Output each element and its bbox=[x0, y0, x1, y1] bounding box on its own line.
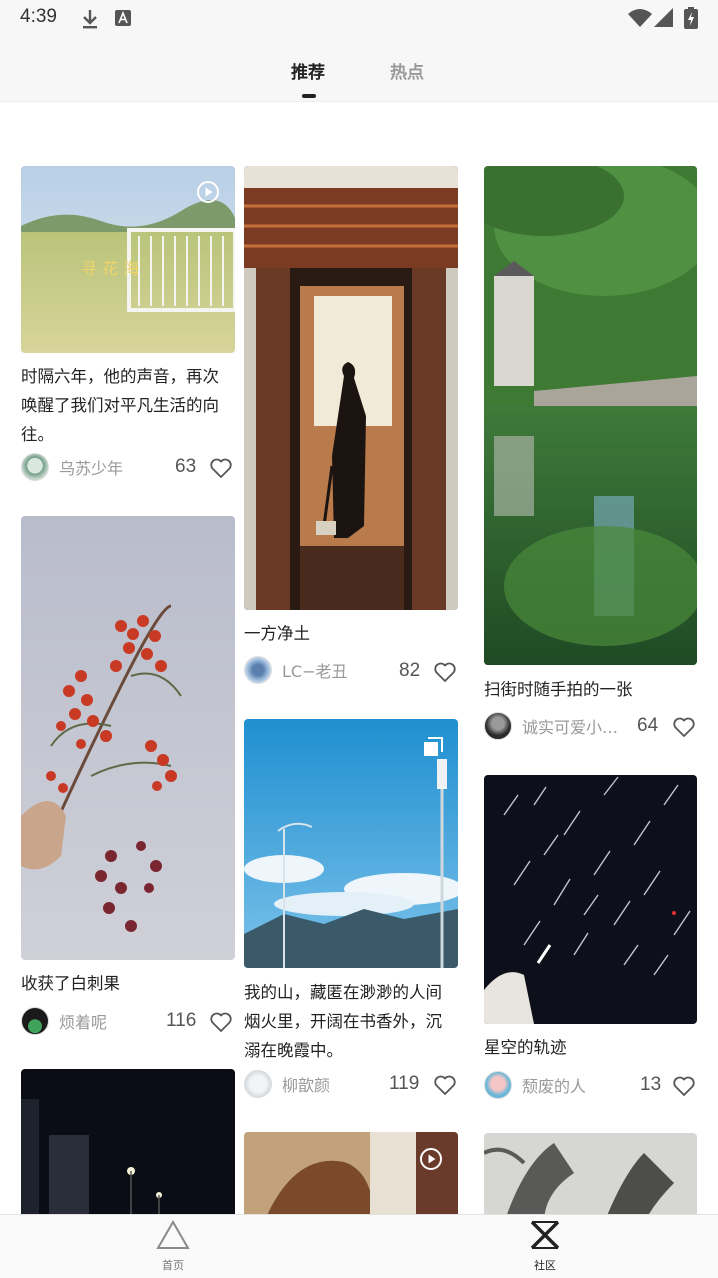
post-author[interactable]: 乌苏少年 bbox=[21, 453, 123, 481]
signal-icon bbox=[654, 8, 673, 27]
keyboard-a-icon bbox=[115, 10, 131, 26]
author-name[interactable]: 颓废的人 bbox=[522, 1073, 586, 1097]
post-title: 一方净土 bbox=[244, 624, 310, 643]
nav-community-label: 社区 bbox=[534, 1259, 556, 1272]
video-play-icon bbox=[420, 1148, 442, 1170]
tab-hot[interactable]: 热点 bbox=[390, 58, 424, 83]
avatar[interactable] bbox=[484, 712, 512, 740]
post-title: 收获了白刺果 bbox=[21, 974, 120, 993]
heart-icon[interactable] bbox=[209, 1011, 233, 1033]
download-icon bbox=[83, 10, 97, 29]
home-triangle-icon bbox=[156, 1219, 190, 1249]
post-author[interactable]: 柳歆颜 bbox=[244, 1070, 330, 1098]
top-tabs: 推荐 热点 bbox=[0, 38, 718, 102]
avatar[interactable] bbox=[484, 1071, 512, 1099]
author-name[interactable]: 烦着呢 bbox=[59, 1009, 107, 1033]
active-tab-indicator bbox=[302, 94, 316, 98]
heart-icon[interactable] bbox=[209, 457, 233, 479]
community-x-icon bbox=[530, 1220, 560, 1250]
avatar[interactable] bbox=[21, 453, 49, 481]
svg-text:寻 花 海: 寻 花 海 bbox=[81, 259, 139, 278]
author-name[interactable]: 柳歆颜 bbox=[282, 1072, 330, 1096]
post-image-star-trails[interactable] bbox=[484, 775, 697, 1024]
post-image-night-street[interactable] bbox=[21, 1069, 235, 1214]
status-time: 4:39 bbox=[20, 6, 57, 27]
avatar[interactable] bbox=[244, 656, 272, 684]
avatar[interactable] bbox=[21, 1007, 49, 1035]
heart-icon[interactable] bbox=[433, 1074, 457, 1096]
post-image-doorway[interactable] bbox=[244, 166, 458, 610]
nav-community[interactable]: 社区 bbox=[515, 1219, 575, 1273]
like-count: 119 bbox=[389, 1073, 420, 1094]
video-play-icon bbox=[197, 181, 219, 203]
like-count: 116 bbox=[166, 1010, 197, 1031]
tab-recommended[interactable]: 推荐 bbox=[291, 58, 325, 83]
multi-image-icon bbox=[424, 737, 443, 756]
post-title: 星空的轨迹 bbox=[484, 1038, 567, 1057]
post-author[interactable]: 烦着呢 bbox=[21, 1007, 107, 1035]
post-title: 时隔六年，他的声音，再次唤醒了我们对平凡生活的向往。 bbox=[21, 367, 219, 444]
post-title: 扫街时随手拍的一张 bbox=[484, 680, 633, 699]
heart-icon[interactable] bbox=[672, 1075, 696, 1097]
heart-icon[interactable] bbox=[433, 661, 457, 683]
author-name[interactable]: 乌苏少年 bbox=[59, 455, 123, 479]
like-count: 64 bbox=[637, 715, 659, 736]
post-image-interior[interactable] bbox=[244, 1132, 458, 1214]
wifi-icon bbox=[628, 9, 652, 27]
nav-home[interactable]: 首页 bbox=[143, 1219, 203, 1273]
status-bar: 4:39 bbox=[0, 0, 718, 38]
post-author[interactable]: 诚实可爱小… bbox=[484, 712, 618, 740]
heart-icon[interactable] bbox=[672, 716, 696, 738]
author-name[interactable]: 诚实可爱小… bbox=[522, 714, 618, 738]
post-image-canal[interactable] bbox=[484, 166, 697, 665]
post-image-berries[interactable] bbox=[21, 516, 235, 960]
like-count: 82 bbox=[399, 660, 421, 681]
bottom-navigation: 首页 社区 bbox=[0, 1214, 718, 1278]
author-name[interactable]: LC−老丑 bbox=[282, 658, 348, 682]
post-author[interactable]: LC−老丑 bbox=[244, 656, 348, 684]
post-feed[interactable]: 寻 花 海 时隔六年，他的声音，再次唤醒了我们对平凡生活的向往。 乌苏少年 63 bbox=[0, 103, 718, 1214]
like-count: 13 bbox=[640, 1074, 662, 1095]
post-image-shadows[interactable] bbox=[484, 1133, 697, 1214]
post-title: 我的山，藏匿在渺渺的人间烟火里，开阔在书香外，沉溺在晚霞中。 bbox=[244, 983, 442, 1060]
nav-home-label: 首页 bbox=[162, 1259, 184, 1272]
avatar[interactable] bbox=[244, 1070, 272, 1098]
battery-charging-icon bbox=[684, 7, 698, 29]
like-count: 63 bbox=[175, 456, 197, 477]
post-author[interactable]: 颓废的人 bbox=[484, 1071, 586, 1099]
